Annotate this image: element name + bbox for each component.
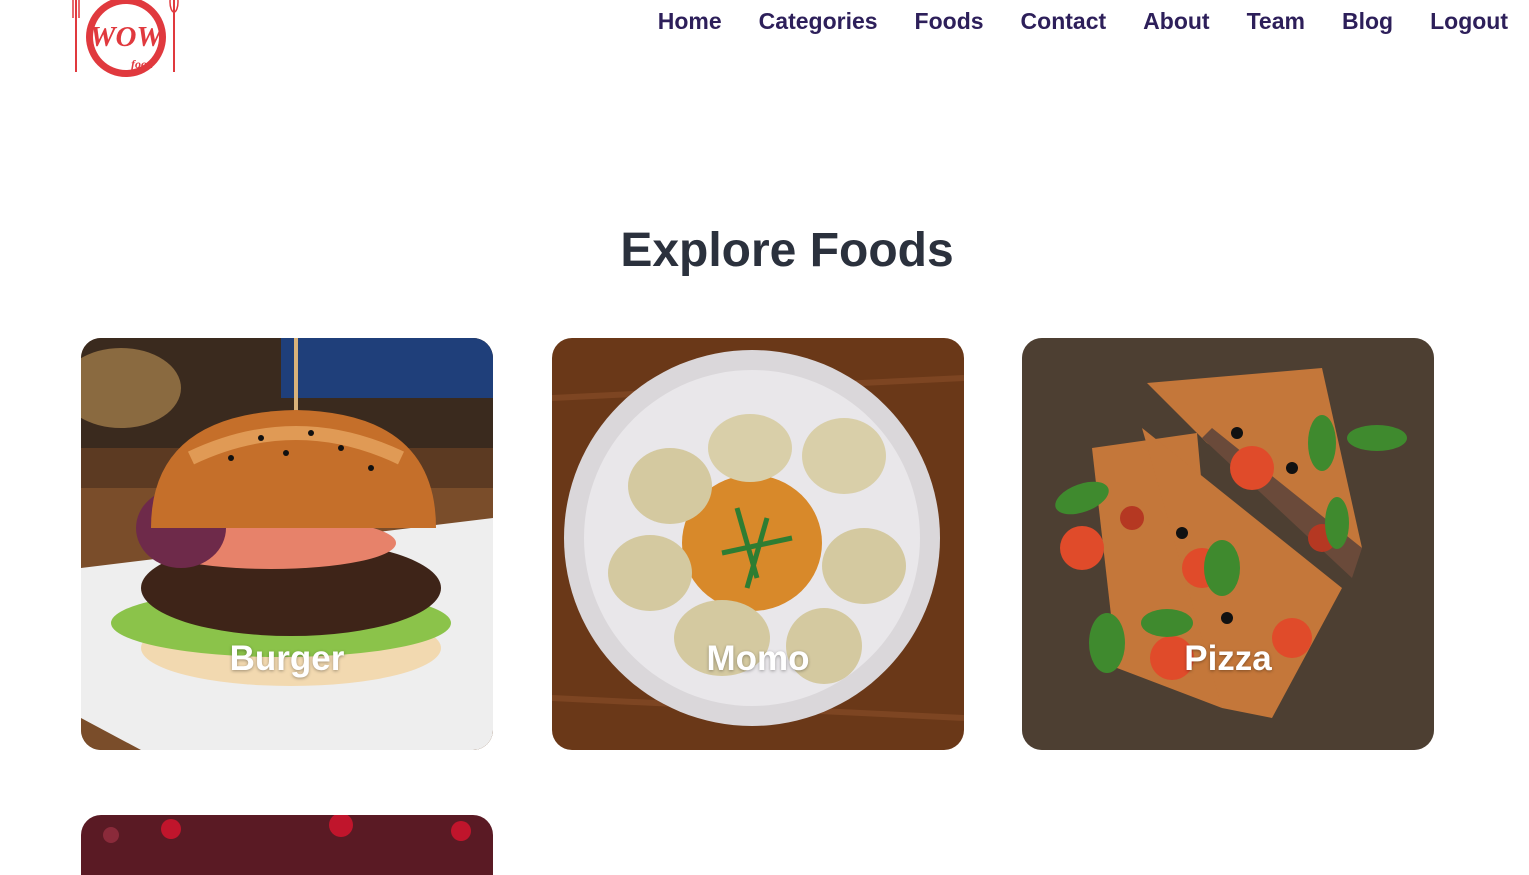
logo-wordmark: WOW (90, 21, 165, 53)
nav-foods[interactable]: Foods (915, 6, 984, 36)
nav-home[interactable]: Home (658, 6, 722, 36)
food-card-label: Burger (229, 639, 345, 678)
nav-categories[interactable]: Categories (759, 6, 878, 36)
section-title: Explore Foods (620, 224, 954, 277)
nav-blog[interactable]: Blog (1342, 6, 1393, 36)
pizza-image (1022, 338, 1434, 750)
momo-image (552, 338, 964, 750)
food-card-momo[interactable]: Momo (552, 338, 964, 750)
food-card-burger[interactable]: Burger (81, 338, 493, 750)
nav-team[interactable]: Team (1247, 6, 1305, 36)
main-nav: Home Categories Foods Contact About Team… (658, 6, 1508, 36)
food-image-partial (81, 815, 493, 875)
nav-contact[interactable]: Contact (1021, 6, 1107, 36)
food-card-label: Momo (706, 639, 810, 678)
site-header: WOW food Home Categories Foods Contact A… (0, 0, 1529, 90)
burger-image (81, 338, 493, 750)
logo-subtext: food (131, 57, 154, 71)
nav-about[interactable]: About (1143, 6, 1209, 36)
nav-logout[interactable]: Logout (1430, 6, 1508, 36)
wow-food-logo[interactable]: WOW food (70, 0, 182, 86)
food-card-partial[interactable] (81, 815, 493, 875)
food-card-label: Pizza (1184, 639, 1272, 678)
food-card-pizza[interactable]: Pizza (1022, 338, 1434, 750)
